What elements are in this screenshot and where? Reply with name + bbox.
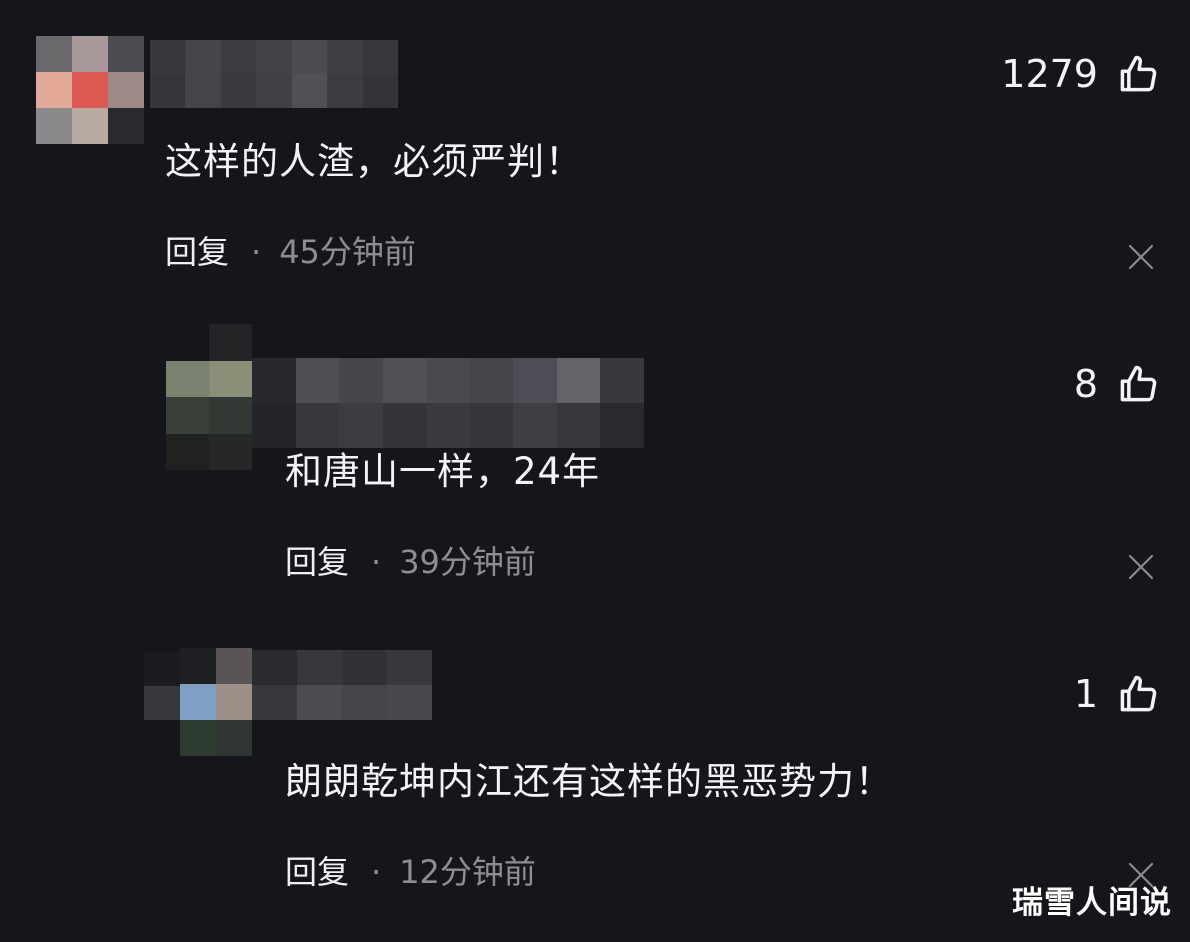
like-count: 8 (1073, 362, 1098, 406)
separator-dot: · (371, 853, 382, 891)
separator-dot: · (251, 233, 262, 271)
timestamp: 39分钟前 (399, 543, 536, 581)
timestamp: 12分钟前 (399, 853, 536, 891)
username-pixelated (252, 650, 432, 720)
thumbs-up-icon (1120, 365, 1157, 402)
like-button[interactable]: 1 (1074, 670, 1160, 718)
comment-item: 1279 这样的人渣，必须严判！ 回复 · 45分钟前 (0, 0, 1190, 300)
timestamp: 45分钟前 (279, 233, 416, 271)
watermark: 瑞雪人间说 (1012, 885, 1172, 921)
avatar-pixelated[interactable] (36, 36, 144, 144)
comment-text: 和唐山一样，24年 (285, 450, 601, 493)
username-pixelated (252, 358, 644, 448)
comment-text: 朗朗乾坤内江还有这样的黑恶势力！ (285, 760, 893, 803)
comment-meta: 回复 · 45分钟前 (165, 232, 416, 272)
username-pixelated (144, 652, 180, 720)
close-icon[interactable] (1126, 242, 1156, 272)
like-count: 1279 (1001, 52, 1098, 96)
comment-text: 这样的人渣，必须严判！ (165, 140, 583, 183)
like-count: 1 (1073, 672, 1098, 716)
avatar-pixelated[interactable] (180, 648, 252, 756)
separator-dot: · (371, 543, 382, 581)
like-button[interactable]: 1279 (1001, 50, 1160, 98)
reply-button[interactable]: 回复 (285, 543, 349, 581)
reply-button[interactable]: 回复 (285, 853, 349, 891)
like-button[interactable]: 8 (1074, 360, 1160, 408)
thumbs-up-icon (1120, 55, 1157, 92)
reply-comment-item: 8 和唐山一样，24年 回复 · 39分钟前 (0, 300, 1190, 610)
comment-meta: 回复 · 39分钟前 (285, 542, 536, 582)
username-pixelated (150, 40, 398, 108)
reply-button[interactable]: 回复 (165, 233, 229, 271)
thumbs-up-icon (1120, 675, 1157, 712)
close-icon[interactable] (1126, 552, 1156, 582)
avatar-pixelated[interactable] (166, 324, 252, 470)
comment-meta: 回复 · 12分钟前 (285, 852, 536, 892)
